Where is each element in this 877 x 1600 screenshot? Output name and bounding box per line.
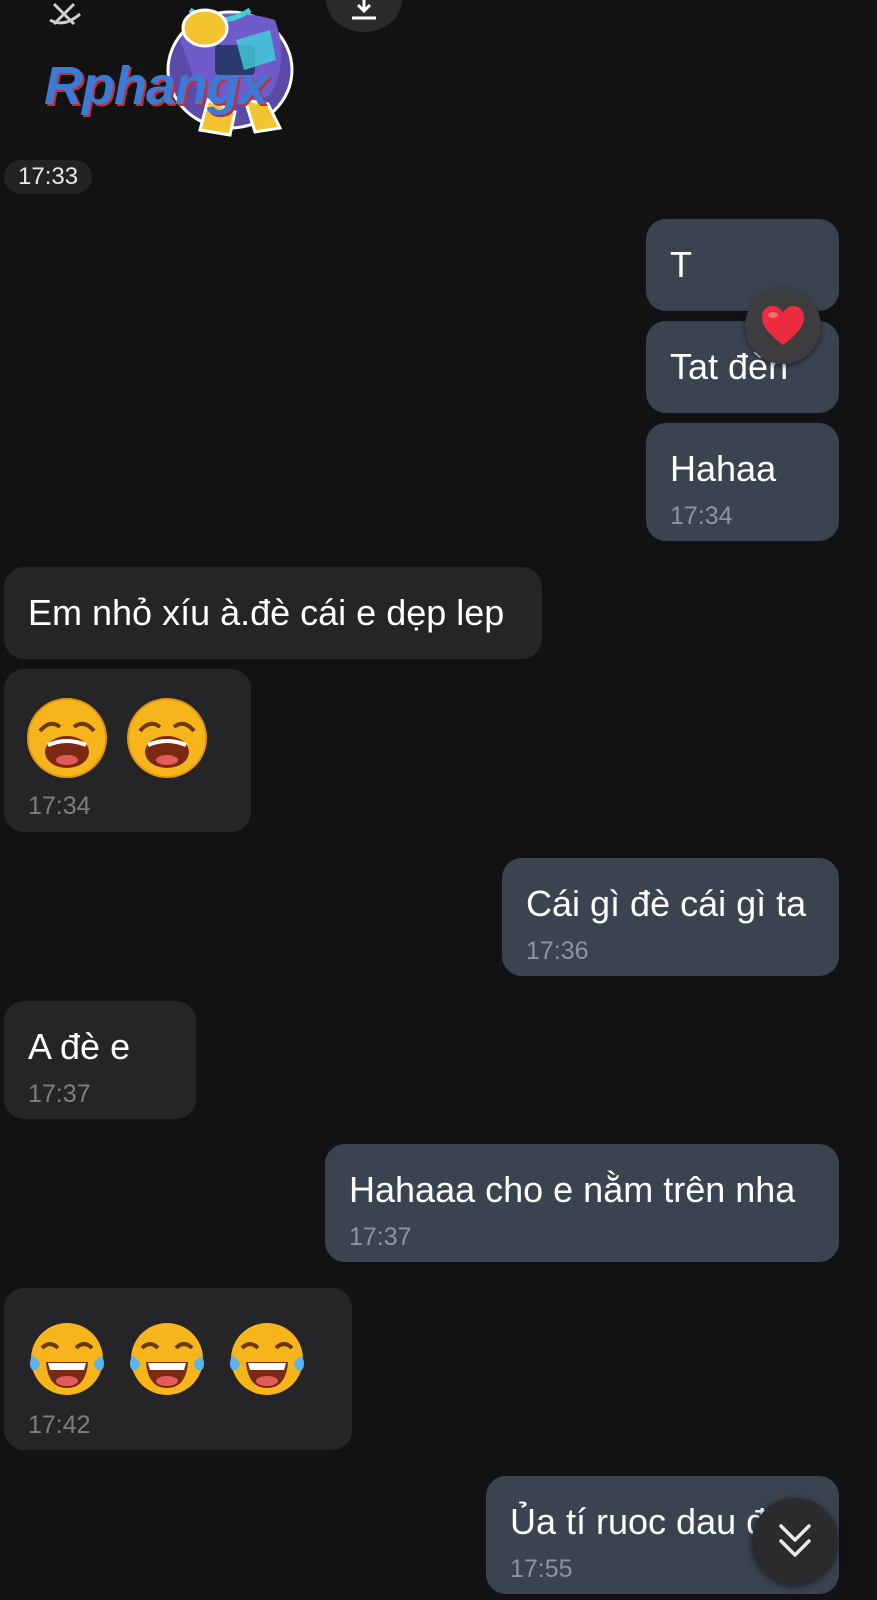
message-bubble-incoming[interactable]: 17:42: [4, 1288, 352, 1450]
message-text: Hahaaa cho e nằm trên nha: [349, 1169, 796, 1210]
message-timestamp: 17:55: [510, 1555, 573, 1583]
sticker-image[interactable]: Rphangx: [40, 0, 310, 145]
sticker-logo-text: Rphangx: [44, 56, 269, 116]
laughing-face-icon: [127, 698, 207, 778]
laughing-face-icon: [27, 698, 107, 778]
message-bubble-incoming[interactable]: A đè e 17:37: [4, 1001, 196, 1119]
message-bubble-incoming[interactable]: 17:34: [4, 669, 251, 832]
message-timestamp: 17:36: [526, 937, 589, 965]
double-chevron-down-icon: [779, 1524, 811, 1557]
scroll-to-bottom-button[interactable]: [752, 1498, 838, 1584]
tears-of-joy-icon: [130, 1323, 204, 1395]
message-bubble-incoming[interactable]: Em nhỏ xíu à.đè cái e dẹp lep: [4, 567, 542, 659]
message-timestamp: 17:37: [349, 1223, 412, 1251]
message-bubble-outgoing[interactable]: Hahaa 17:34: [646, 423, 839, 541]
reaction-badge[interactable]: [745, 288, 821, 364]
message-bubble-outgoing[interactable]: Cái gì đè cái gì ta 17:36: [502, 858, 839, 976]
sticker-timestamp: 17:33: [4, 160, 93, 194]
heart-icon: [762, 306, 804, 345]
message-timestamp: 17:34: [28, 792, 91, 820]
message-text: A đè e: [28, 1026, 131, 1067]
download-button[interactable]: [326, 0, 402, 32]
message-timestamp: 17:37: [28, 1080, 91, 1108]
message-text: Ủa tí ruoc dau đ: [510, 1501, 767, 1542]
tears-of-joy-icon: [30, 1323, 104, 1395]
message-text: Hahaa: [670, 448, 777, 489]
message-bubble-outgoing[interactable]: T: [646, 219, 839, 311]
message-timestamp: 17:42: [28, 1411, 91, 1439]
download-icon: [352, 0, 376, 20]
message-text: Cái gì đè cái gì ta: [526, 883, 807, 924]
message-text: Em nhỏ xíu à.đè cái e dẹp lep: [28, 592, 505, 633]
tears-of-joy-icon: [230, 1323, 304, 1395]
message-bubble-outgoing[interactable]: Hahaaa cho e nằm trên nha 17:37: [325, 1144, 839, 1262]
message-text: T: [670, 244, 692, 285]
message-timestamp: 17:34: [670, 502, 733, 530]
chat-conversation: Rphangx 17:33 T Tat đèn Hahaa 17:34 Em n…: [0, 0, 877, 1600]
